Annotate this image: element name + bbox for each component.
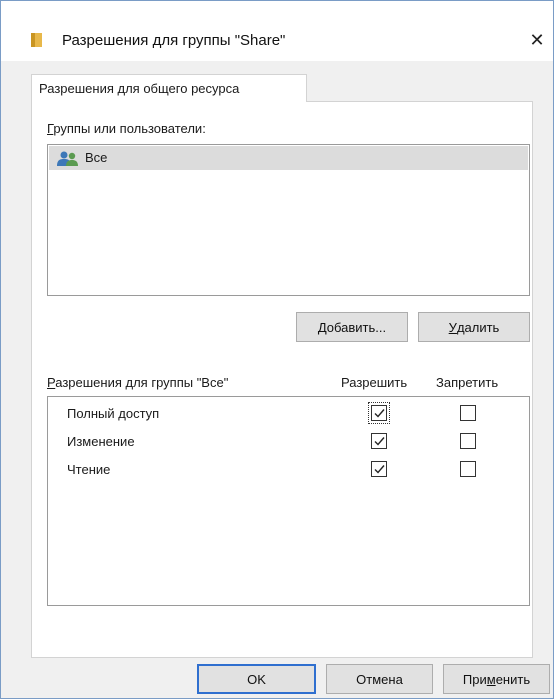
user-name: Все [85, 150, 108, 165]
checkmark-icon [374, 437, 385, 446]
window-title: Разрешения для группы "Share" [62, 32, 286, 49]
permission-name: Изменение [67, 434, 135, 449]
checkmark-icon [374, 465, 385, 474]
permission-name: Полный доступ [67, 406, 160, 421]
checkmark-icon [374, 409, 385, 418]
users-group-icon [57, 151, 79, 166]
apply-button[interactable]: При м енить [443, 664, 550, 694]
cancel-button[interactable]: Отмена [326, 664, 433, 694]
deny-column-header: Запретить [436, 375, 499, 390]
close-button[interactable]: ✕ [521, 25, 553, 55]
tab-label: Разрешения для общего ресурса [39, 81, 240, 96]
deny-checkbox-modify[interactable] [460, 433, 476, 449]
permissions-header: Разрешения для группы "Все" [47, 375, 229, 390]
allow-checkbox-modify[interactable] [371, 433, 387, 449]
close-icon: ✕ [529, 29, 545, 50]
tab-share-permissions[interactable]: Разрешения для общего ресурса [31, 74, 307, 102]
permission-name: Чтение [67, 462, 111, 477]
deny-checkbox-full-control[interactable] [460, 405, 476, 421]
groups-label: Группы или пользователи: [47, 121, 206, 136]
add-button[interactable]: Добавить... [296, 312, 408, 342]
allow-checkbox-read[interactable] [371, 461, 387, 477]
folder-icon [31, 33, 42, 47]
dialog-footer: OK Отмена При м енить [1, 661, 553, 699]
ok-button[interactable]: OK [197, 664, 316, 694]
permission-row-full-control: Полный доступ [48, 402, 528, 426]
permissions-dialog: Разрешения для группы "Share" ✕ Разрешен… [0, 0, 554, 699]
deny-checkbox-read[interactable] [460, 461, 476, 477]
allow-column-header: Разрешить [341, 375, 408, 390]
permissions-list: Полный доступ Изменение Чтение [47, 396, 530, 606]
list-item-all[interactable]: Все [49, 146, 528, 170]
title-bar: Разрешения для группы "Share" ✕ [1, 1, 553, 61]
permission-row-read: Чтение [48, 458, 528, 482]
users-list[interactable]: Все [47, 144, 530, 296]
remove-button[interactable]: Удалить [418, 312, 530, 342]
allow-checkbox-full-control[interactable] [368, 402, 390, 424]
permission-row-modify: Изменение [48, 430, 528, 454]
